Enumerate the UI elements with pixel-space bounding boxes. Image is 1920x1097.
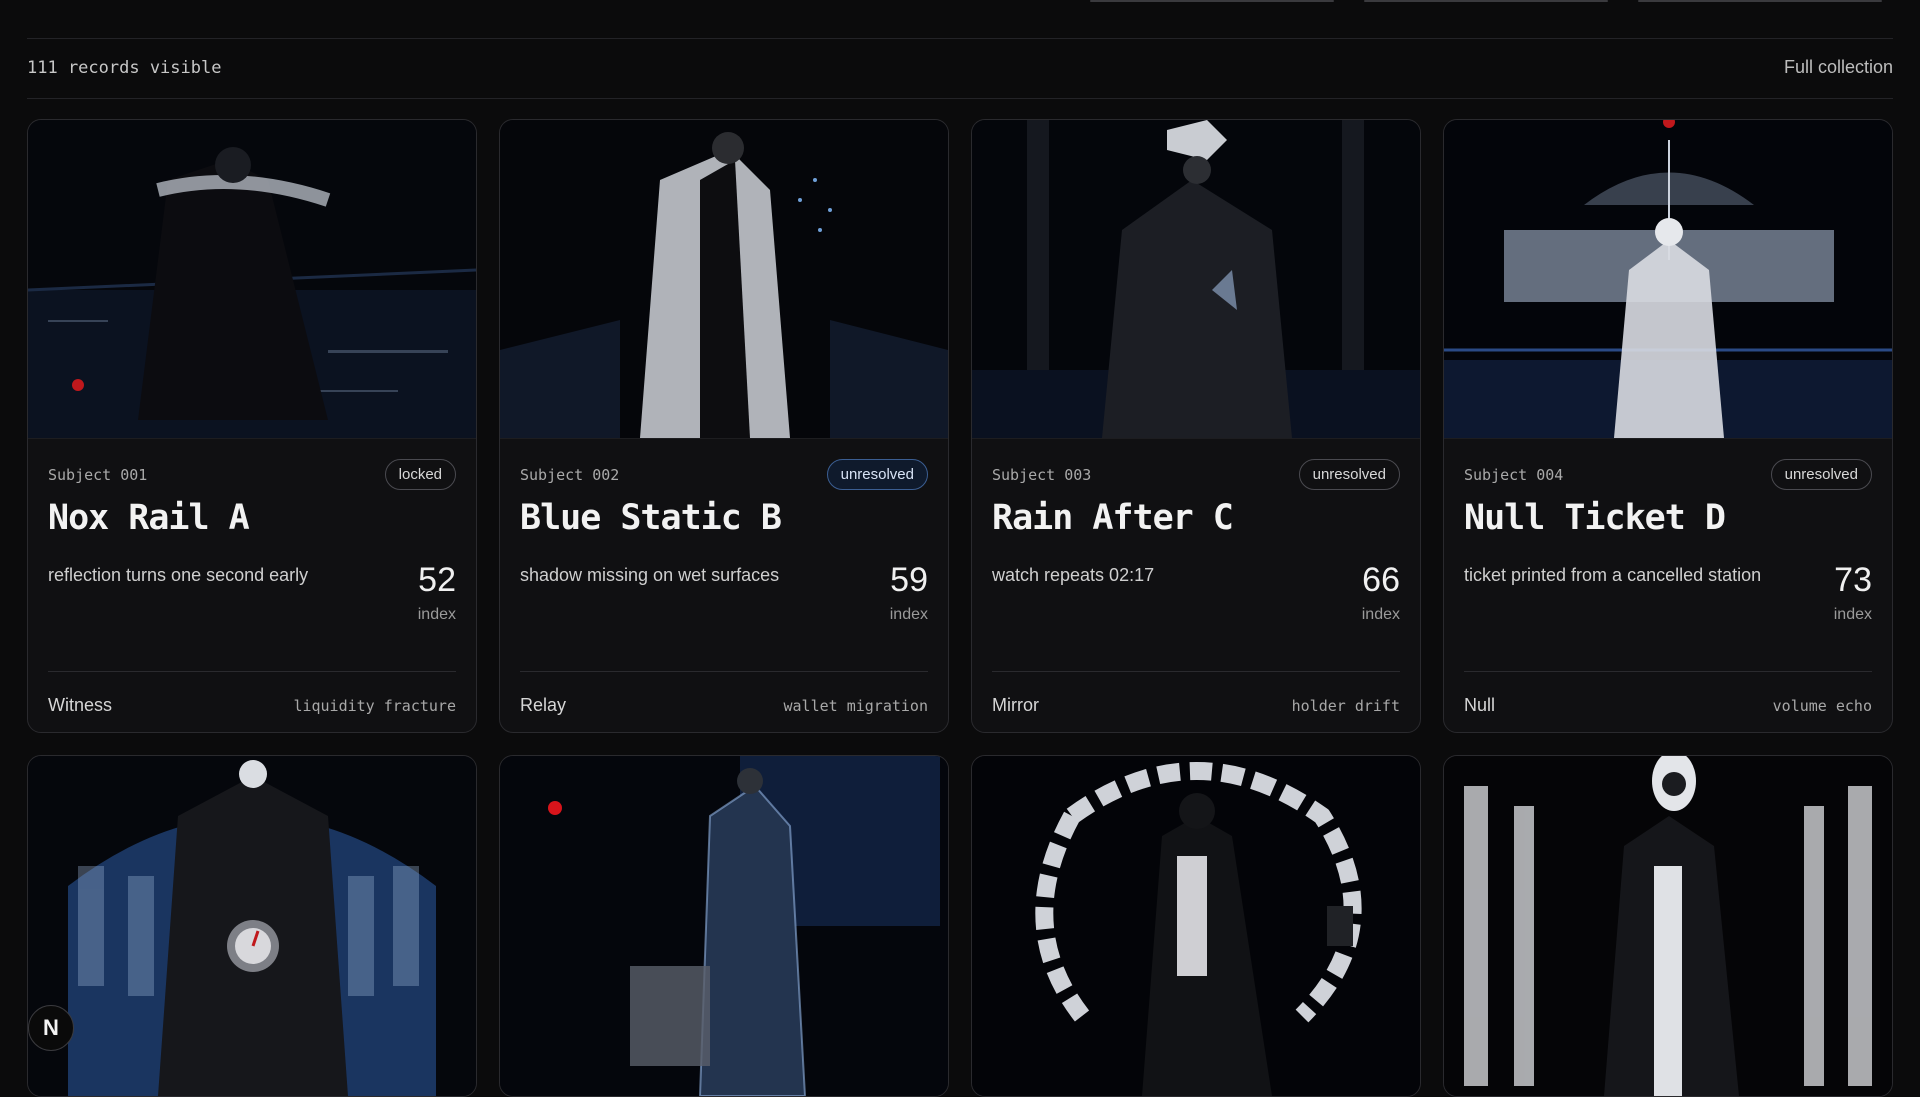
full-collection-link[interactable]: Full collection: [1784, 57, 1893, 78]
card-image: [500, 120, 948, 439]
subject-id: Subject 004: [1464, 465, 1564, 484]
role-label: Witness: [48, 695, 113, 715]
role-label: Null: [1464, 695, 1496, 715]
divider: [27, 38, 1893, 39]
card-image: [28, 756, 476, 1096]
card-subject-006[interactable]: [499, 755, 949, 1097]
tag-label: liquidity fracture: [293, 696, 456, 715]
card-image: [972, 120, 1420, 439]
divider: [1464, 671, 1872, 672]
records-bar: 111 records visible Full collection: [27, 57, 1893, 78]
divider: [520, 671, 928, 672]
tag-label: volume echo: [1772, 696, 1872, 715]
card-description: reflection turns one second early: [48, 565, 309, 585]
card-subject-003[interactable]: Subject 003 unresolved Rain After C watc…: [971, 119, 1421, 733]
divider: [48, 671, 456, 672]
card-subject-005[interactable]: [27, 755, 477, 1097]
status-badge: unresolved: [826, 459, 928, 490]
filter-slot[interactable]: [1090, 0, 1334, 2]
index-value: 66: [1362, 561, 1400, 599]
card-title: Rain After C: [992, 498, 1234, 538]
subject-id: Subject 002: [520, 465, 620, 484]
tag-label: holder drift: [1291, 696, 1400, 715]
top-filter-strip: [1090, 0, 1882, 2]
tag-label: wallet migration: [783, 696, 929, 715]
card-description: shadow missing on wet surfaces: [520, 565, 780, 585]
status-badge: unresolved: [1770, 459, 1872, 490]
card-subject-002[interactable]: Subject 002 unresolved Blue Static B sha…: [499, 119, 949, 733]
divider: [992, 671, 1400, 672]
status-badge: unresolved: [1298, 459, 1400, 490]
index-label: index: [417, 606, 456, 623]
index-value: 73: [1834, 561, 1872, 599]
card-subject-008[interactable]: [1443, 755, 1893, 1097]
index-label: index: [889, 606, 928, 623]
card-description: watch repeats 02:17: [992, 565, 1155, 585]
index-value: 59: [890, 561, 928, 599]
role-label: Relay: [520, 695, 567, 715]
card-title: Blue Static B: [520, 498, 782, 538]
card-title: Nox Rail A: [48, 498, 250, 538]
card-image: [1444, 756, 1892, 1096]
card-description: ticket printed from a cancelled station: [1464, 565, 1762, 585]
filter-slot[interactable]: [1364, 0, 1608, 2]
divider: [27, 98, 1893, 99]
card-subject-001[interactable]: Subject 001 locked Nox Rail A reflection…: [27, 119, 477, 733]
subject-id: Subject 003: [992, 465, 1092, 484]
card-image: [28, 120, 476, 439]
card-title: Null Ticket D: [1464, 498, 1726, 538]
records-count: 111 records visible: [27, 57, 222, 78]
floating-n-badge[interactable]: N: [28, 1005, 74, 1051]
card-subject-007[interactable]: [971, 755, 1421, 1097]
card-grid: Subject 001 locked Nox Rail A reflection…: [27, 119, 1893, 1097]
card-image: [500, 756, 948, 1096]
card-image: [1444, 120, 1892, 439]
status-badge: locked: [384, 459, 456, 490]
filter-slot[interactable]: [1638, 0, 1882, 2]
index-value: 52: [418, 561, 456, 599]
index-label: index: [1833, 606, 1872, 623]
subject-id: Subject 001: [48, 465, 148, 484]
card-subject-004[interactable]: Subject 004 unresolved Null Ticket D tic…: [1443, 119, 1893, 733]
role-label: Mirror: [992, 695, 1039, 715]
index-label: index: [1361, 606, 1400, 623]
card-image: [972, 756, 1420, 1096]
